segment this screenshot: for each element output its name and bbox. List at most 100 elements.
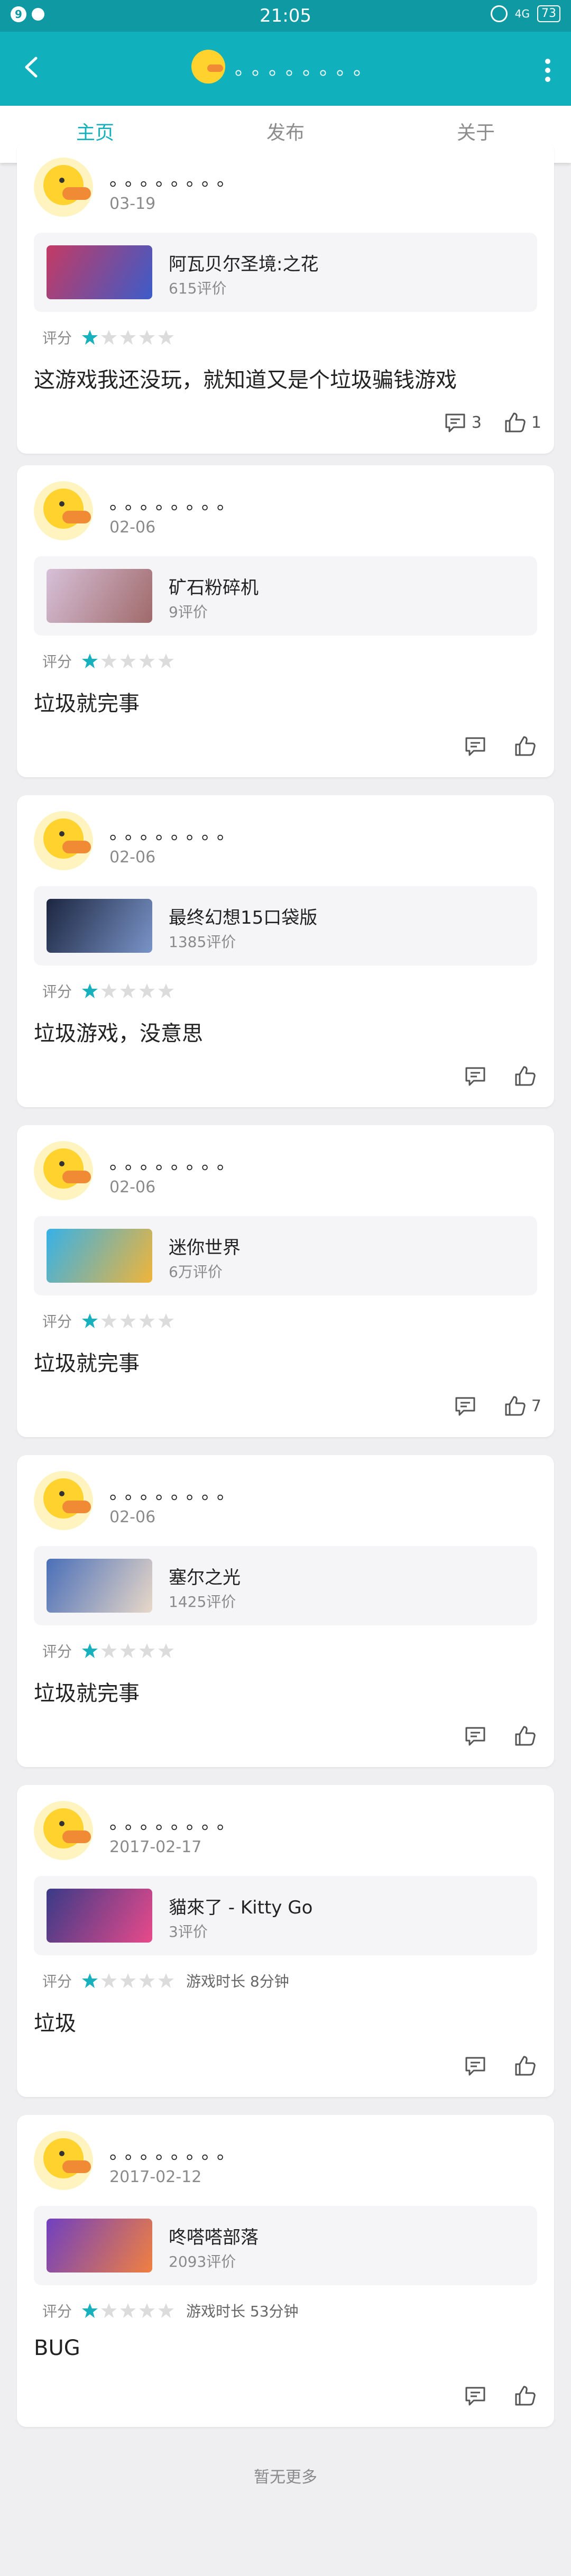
comment-icon — [465, 737, 485, 756]
game-thumbnail — [47, 899, 152, 953]
star-icon — [120, 330, 136, 345]
review-card[interactable]: 。。。。。。。。 02-06 最终幻想15口袋版 1385评价 评分 垃圾游戏，… — [17, 795, 554, 1107]
comment-icon — [465, 1067, 485, 1086]
more-menu-icon[interactable] — [545, 57, 551, 84]
game-link[interactable]: 塞尔之光 1425评价 — [34, 1546, 537, 1625]
rating-label: 评分 — [42, 1973, 72, 1990]
comment-button[interactable] — [453, 1394, 482, 1418]
rating-label: 评分 — [42, 2303, 72, 2320]
like-button[interactable] — [513, 2054, 541, 2078]
no-more-label: 暂无更多 — [254, 2468, 317, 2487]
star-icon — [158, 1313, 174, 1328]
rating-label: 评分 — [42, 653, 72, 670]
game-link[interactable]: 貓來了 - Kitty Go 3评价 — [34, 1876, 537, 1955]
avatar[interactable] — [34, 1471, 93, 1530]
game-link[interactable]: 矿石粉碎机 9评价 — [34, 556, 537, 636]
game-thumbnail — [47, 1229, 152, 1283]
avatar[interactable] — [34, 1141, 93, 1200]
review-text: 垃圾就完事 — [34, 1351, 140, 1376]
review-date: 2017-02-12 — [109, 2168, 202, 2186]
game-link[interactable]: 阿瓦贝尔圣境:之花 615评价 — [34, 233, 537, 312]
username[interactable]: 。。。。。。。。 — [109, 1808, 241, 1834]
star-icon — [120, 983, 136, 998]
game-review-count: 1425评价 — [169, 1593, 236, 1611]
avatar[interactable] — [34, 1801, 93, 1860]
username[interactable]: 。。。。。。。。 — [109, 165, 241, 191]
comment-button[interactable] — [463, 734, 492, 758]
rating-label: 评分 — [42, 1643, 72, 1660]
review-card[interactable]: 。。。。。。。。 02-06 塞尔之光 1425评价 评分 垃圾就完事 — [17, 1455, 554, 1767]
star-icon — [139, 330, 155, 345]
review-card[interactable]: 。。。。。。。。 2017-02-12 咚嗒嗒部落 2093评价 评分 游戏时长… — [17, 2115, 554, 2427]
game-link[interactable]: 迷你世界 6万评价 — [34, 1216, 537, 1295]
star-icon — [139, 1643, 155, 1658]
rating: 评分 — [42, 1310, 186, 1331]
star-icon — [82, 1973, 98, 1988]
username[interactable]: 。。。。。。。。 — [109, 489, 241, 514]
username[interactable]: 。。。。。。。。 — [109, 1148, 241, 1174]
review-text: 垃圾 — [34, 2011, 76, 2036]
star-icon — [139, 1313, 155, 1328]
like-button[interactable]: 1 — [503, 410, 541, 435]
avatar[interactable] — [34, 481, 93, 540]
thumbs-up-icon — [505, 1396, 526, 1416]
star-icon — [101, 654, 117, 668]
like-count: 1 — [531, 413, 541, 432]
review-card[interactable]: 。。。。。。。。 2017-02-17 貓來了 - Kitty Go 3评价 评… — [17, 1785, 554, 2097]
review-date: 02-06 — [109, 1508, 156, 1526]
star-icon — [120, 1313, 136, 1328]
comment-button[interactable]: 3 — [443, 410, 482, 435]
review-card[interactable]: 。。。。。。。。 02-06 迷你世界 6万评价 评分 垃圾就完事 7 — [17, 1125, 554, 1437]
game-name: 塞尔之光 — [169, 1567, 241, 1588]
comment-button[interactable] — [463, 2054, 492, 2078]
game-thumbnail — [47, 245, 152, 299]
alarm-icon — [490, 5, 508, 22]
review-card[interactable]: 。。。。。。。。 03-19 阿瓦贝尔圣境:之花 615评价 评分 这游戏我还没… — [17, 142, 554, 454]
avatar[interactable] — [34, 2131, 93, 2190]
comment-button[interactable] — [463, 1724, 492, 1748]
comment-icon — [455, 1397, 475, 1416]
avatar[interactable] — [34, 811, 93, 870]
like-button[interactable]: 7 — [503, 1394, 541, 1418]
review-date: 2017-02-17 — [109, 1838, 202, 1856]
review-text: BUG — [34, 2336, 80, 2360]
star-icon — [158, 1643, 174, 1658]
game-link[interactable]: 咚嗒嗒部落 2093评价 — [34, 2206, 537, 2285]
star-icon — [101, 1973, 117, 1988]
like-button[interactable] — [513, 1064, 541, 1088]
review-text: 这游戏我还没玩，就知道又是个垃圾骗钱游戏 — [34, 368, 457, 392]
star-icon — [158, 1973, 174, 1988]
comment-count: 3 — [471, 413, 482, 432]
game-name: 矿石粉碎机 — [169, 577, 259, 599]
app-bar: 。。。。。。。。 — [0, 32, 571, 106]
game-link[interactable]: 最终幻想15口袋版 1385评价 — [34, 886, 537, 965]
avatar[interactable] — [34, 158, 93, 217]
play-time: 游戏时长 8分钟 — [186, 1973, 289, 1990]
star-icon — [120, 654, 136, 668]
rating: 评分 — [42, 327, 186, 348]
star-icon — [82, 2303, 98, 2318]
rating-label: 评分 — [42, 1313, 72, 1330]
star-icon — [101, 983, 117, 998]
star-icon — [82, 654, 98, 668]
review-date: 03-19 — [109, 195, 156, 213]
game-name: 貓來了 - Kitty Go — [169, 1897, 313, 1918]
review-date: 02-06 — [109, 1178, 156, 1197]
game-review-count: 615评价 — [169, 280, 227, 297]
game-review-count: 1385评价 — [169, 933, 236, 951]
clock: 21:05 — [260, 5, 311, 26]
thumbs-up-icon — [515, 736, 536, 756]
thumbs-up-icon — [515, 2386, 536, 2406]
rating-label: 评分 — [42, 983, 72, 1000]
review-card[interactable]: 。。。。。。。。 02-06 矿石粉碎机 9评价 评分 垃圾就完事 — [17, 465, 554, 777]
comment-button[interactable] — [463, 1064, 492, 1088]
comment-button[interactable] — [463, 2384, 492, 2408]
like-button[interactable] — [513, 2384, 541, 2408]
username[interactable]: 。。。。。。。。 — [109, 818, 241, 844]
like-button[interactable] — [513, 734, 541, 758]
username[interactable]: 。。。。。。。。 — [109, 1478, 241, 1504]
comment-icon — [445, 413, 465, 433]
username[interactable]: 。。。。。。。。 — [109, 2138, 241, 2164]
play-time: 游戏时长 53分钟 — [186, 2303, 299, 2320]
like-button[interactable] — [513, 1724, 541, 1748]
